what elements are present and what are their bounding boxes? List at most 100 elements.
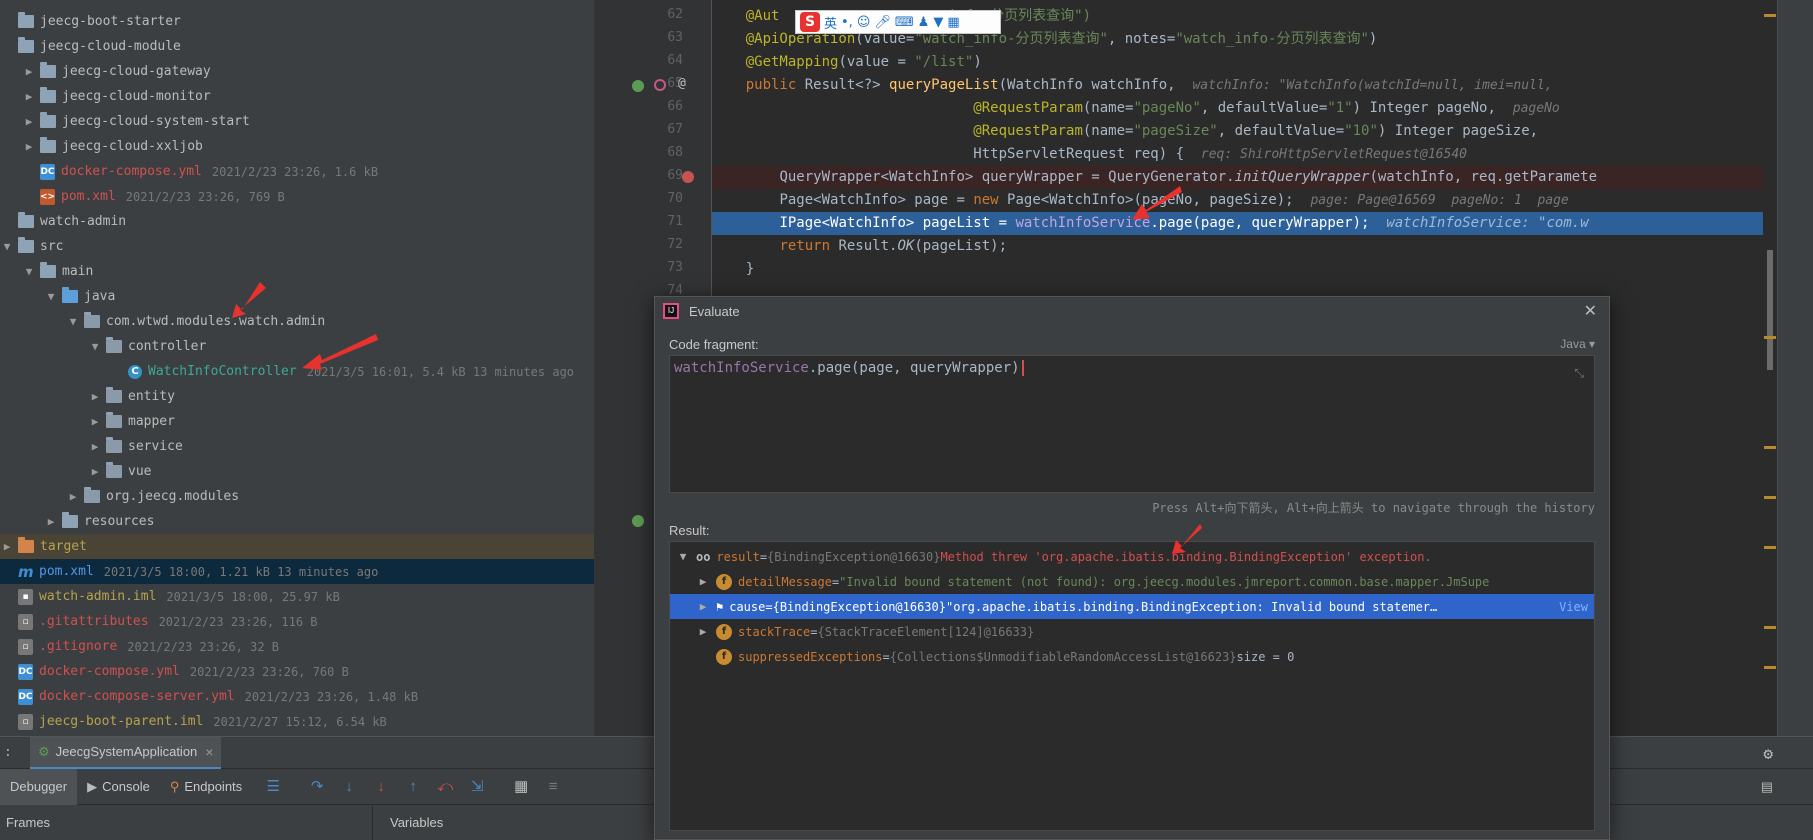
- layout-icon[interactable]: ☰: [262, 776, 284, 798]
- result-row[interactable]: f suppressedExceptions = {Collections$Unm…: [670, 644, 1594, 669]
- chevron-right-icon[interactable]: ▶: [44, 515, 58, 528]
- close-icon[interactable]: ✕: [1584, 301, 1597, 321]
- code-line-71-current[interactable]: IPage<WatchInfo> pageList = watchInfoSer…: [712, 212, 1813, 235]
- sogou-logo-icon[interactable]: S: [800, 12, 820, 32]
- language-select[interactable]: Java ▾: [1560, 337, 1595, 351]
- tree-item[interactable]: ▶ target: [0, 534, 594, 559]
- breakpoint-icon[interactable]: [682, 171, 694, 183]
- tree-item[interactable]: ▶ jeecg-cloud-xxljob: [0, 134, 594, 159]
- tree-item[interactable]: ▶ vue: [0, 459, 594, 484]
- chevron-down-icon[interactable]: ▼: [88, 340, 102, 353]
- tree-item[interactable]: ▫ jeecg-boot-parent.iml 2021/2/27 15:12, 6…: [0, 709, 594, 734]
- microphone-icon[interactable]: 🎤︎: [874, 15, 891, 30]
- chevron-down-icon[interactable]: ▼: [0, 240, 14, 253]
- tree-item[interactable]: ▶ jeecg-cloud-gateway: [0, 59, 594, 84]
- chevron-right-icon[interactable]: ▶: [0, 540, 14, 553]
- force-step-into-icon[interactable]: ↓: [370, 776, 392, 798]
- restore-layout-icon[interactable]: ▤: [1761, 779, 1773, 795]
- close-icon[interactable]: ×: [205, 744, 213, 760]
- tree-item[interactable]: ▶ jeecg-cloud-monitor: [0, 84, 594, 109]
- chevron-right-icon[interactable]: ▶: [88, 440, 102, 453]
- dialog-title-bar[interactable]: IJ Evaluate: [655, 297, 1609, 325]
- editor-scrollbar[interactable]: [1763, 0, 1777, 736]
- step-out-icon[interactable]: ↑: [402, 776, 424, 798]
- run-to-cursor-icon[interactable]: ⇲: [466, 776, 488, 798]
- tree-item[interactable]: ▶ org.jeecg.modules: [0, 484, 594, 509]
- step-over-icon[interactable]: ↷: [306, 776, 328, 798]
- view-link[interactable]: View: [1559, 600, 1594, 614]
- tree-item[interactable]: ▼ java: [0, 284, 594, 309]
- tree-item[interactable]: jeecg-cloud-module: [0, 34, 594, 59]
- chevron-right-icon[interactable]: ▶: [696, 625, 710, 638]
- result-row[interactable]: ▶ ⚑ cause = {BindingException@16630} "org.…: [670, 594, 1594, 619]
- pin-icon[interactable]: :: [4, 745, 12, 760]
- code-line-68[interactable]: HttpServletRequest req) { req: ShiroHttp…: [712, 143, 1813, 166]
- tree-item[interactable]: DC docker-compose.yml 2021/2/23 23:26, 1.6…: [0, 159, 594, 184]
- at-annotation-icon[interactable]: @: [678, 76, 686, 91]
- line-number[interactable]: 62: [643, 7, 683, 22]
- result-tree[interactable]: ▼ oo result = {BindingException@16630} Met…: [669, 541, 1595, 831]
- code-line-72[interactable]: return Result.OK(pageList);: [712, 235, 1813, 258]
- ime-mode[interactable]: 英: [824, 13, 837, 32]
- code-line-65[interactable]: public Result<?> queryPageList(WatchInfo…: [712, 74, 1813, 97]
- tree-item[interactable]: ▼ main: [0, 259, 594, 284]
- chevron-right-icon[interactable]: ▶: [696, 600, 710, 613]
- tree-item[interactable]: C WatchInfoController 2021/3/5 16:01, 5.4 …: [0, 359, 594, 384]
- code-line-69[interactable]: QueryWrapper<WatchInfo> queryWrapper = Q…: [712, 166, 1813, 189]
- chevron-right-icon[interactable]: ▶: [696, 575, 710, 588]
- emoji-icon[interactable]: ☺: [857, 15, 871, 30]
- line-number[interactable]: 71: [643, 214, 683, 229]
- chevron-right-icon[interactable]: ▶: [66, 490, 80, 503]
- line-number[interactable]: 63: [643, 30, 683, 45]
- result-row[interactable]: ▶ f stackTrace = {StackTraceElement[124]@1…: [670, 619, 1594, 644]
- chevron-right-icon[interactable]: ▶: [88, 390, 102, 403]
- chevron-down-icon[interactable]: ▼: [44, 290, 58, 303]
- tree-item[interactable]: watch-admin: [0, 209, 594, 234]
- tree-item[interactable]: ▶ jeecg-cloud-system-start: [0, 109, 594, 134]
- line-number[interactable]: 67: [643, 122, 683, 137]
- line-number[interactable]: 64: [643, 53, 683, 68]
- tree-item[interactable]: DC docker-compose-server.yml 2021/2/23 23:…: [0, 684, 594, 709]
- drop-frame-icon[interactable]: ⤺: [434, 776, 456, 798]
- chevron-right-icon[interactable]: ▶: [22, 90, 36, 103]
- line-number[interactable]: 70: [643, 191, 683, 206]
- chevron-right-icon[interactable]: ▶: [88, 465, 102, 478]
- tree-item[interactable]: ▫ .gitattributes 2021/2/23 23:26, 116 B: [0, 609, 594, 634]
- tree-item[interactable]: ▶ mapper: [0, 409, 594, 434]
- keyboard-icon[interactable]: ⌨: [895, 15, 914, 30]
- line-number[interactable]: 72: [643, 237, 683, 252]
- code-line-70[interactable]: Page<WatchInfo> page = new Page<WatchInf…: [712, 189, 1813, 212]
- tree-item[interactable]: ▶ service: [0, 434, 594, 459]
- collapse-icon[interactable]: ⤡: [1574, 366, 1584, 381]
- chevron-right-icon[interactable]: ▶: [22, 65, 36, 78]
- result-row[interactable]: ▶ f detailMessage = "Invalid bound stateme…: [670, 569, 1594, 594]
- user-icon[interactable]: ♟: [918, 15, 930, 30]
- bean-method-icon-2[interactable]: [632, 515, 644, 527]
- tree-item[interactable]: ▫ .gitignore 2021/2/23 23:26, 32 B: [0, 634, 594, 659]
- chevron-down-icon[interactable]: ▼: [22, 265, 36, 278]
- tree-item[interactable]: ▶ resources: [0, 509, 594, 534]
- shirt-icon[interactable]: ▼: [933, 15, 943, 30]
- divider[interactable]: [372, 805, 373, 840]
- tree-item[interactable]: jeecg-boot-starter: [0, 9, 594, 34]
- gear-icon[interactable]: ⚙: [1763, 744, 1773, 763]
- step-into-icon[interactable]: ↓: [338, 776, 360, 798]
- scroll-thumb[interactable]: [1767, 250, 1773, 370]
- line-number[interactable]: 69: [643, 168, 683, 183]
- tree-item[interactable]: ▼ com.wtwd.modules.watch.admin: [0, 309, 594, 334]
- code-line-64[interactable]: @GetMapping(value = "/list"): [712, 51, 1813, 74]
- ime-toolbar[interactable]: S 英 •, ☺ 🎤︎ ⌨ ♟ ▼ ▦: [795, 10, 1001, 34]
- chevron-down-icon[interactable]: ▼: [676, 550, 690, 563]
- chevron-down-icon[interactable]: ▼: [66, 315, 80, 328]
- tree-item[interactable]: DC docker-compose.yml 2021/2/23 23:26, 760…: [0, 659, 594, 684]
- run-config-tab[interactable]: ⚙ JeecgSystemApplication ×: [30, 736, 222, 769]
- tree-item[interactable]: <> pom.xml 2021/2/23 23:26, 769 B: [0, 184, 594, 209]
- tree-item[interactable]: ▼ controller: [0, 334, 594, 359]
- code-line-67[interactable]: @RequestParam(name="pageSize", defaultVa…: [712, 120, 1813, 143]
- chevron-right-icon[interactable]: ▶: [22, 140, 36, 153]
- line-number[interactable]: 73: [643, 260, 683, 275]
- evaluate-expression-icon[interactable]: ▦: [510, 776, 532, 798]
- tab-debugger[interactable]: Debugger: [0, 768, 78, 805]
- code-fragment-input[interactable]: watchInfoService.page(page, queryWrapper…: [669, 355, 1595, 493]
- tree-item[interactable]: m pom.xml 2021/3/5 18:00, 1.21 kB 13 minut…: [0, 559, 594, 584]
